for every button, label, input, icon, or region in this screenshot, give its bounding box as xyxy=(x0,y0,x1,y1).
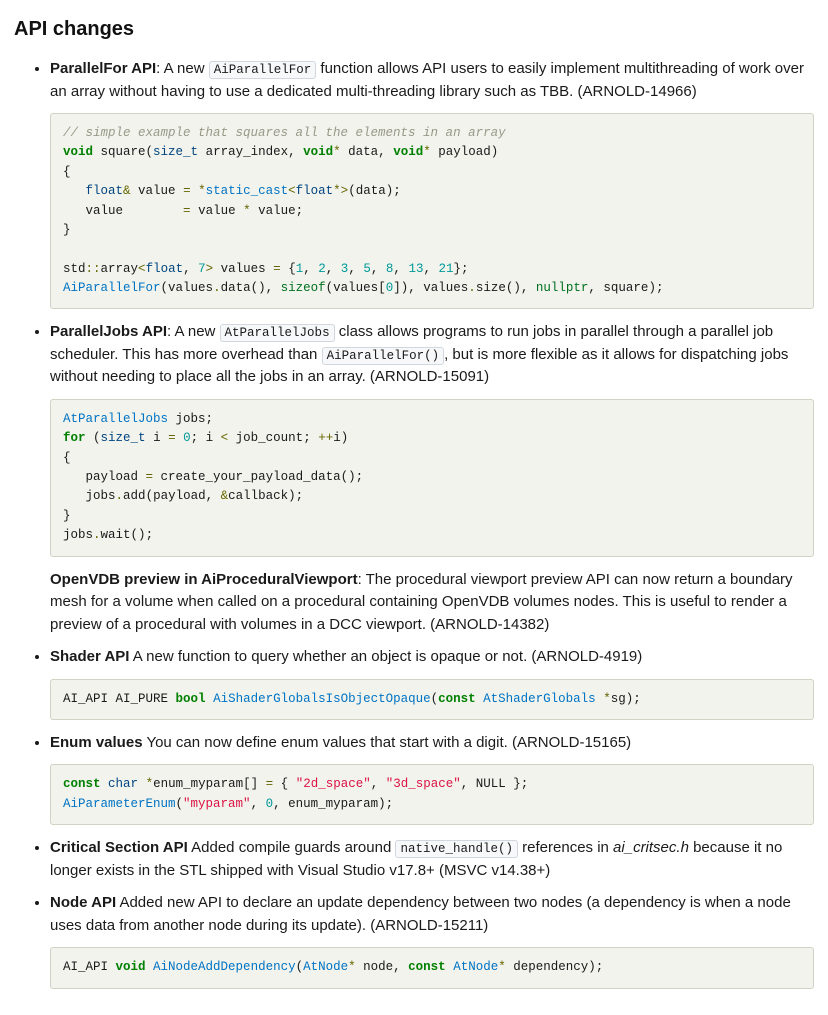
item-text: : A new xyxy=(156,60,209,77)
item-node-api: Node API Added new API to declare an upd… xyxy=(50,892,814,988)
item-title: ParallelJobs API xyxy=(50,323,167,340)
item-text: A new function to query whether an objec… xyxy=(129,648,642,665)
api-changes-list: ParallelFor API: A new AiParallelFor fun… xyxy=(14,58,814,989)
code-block-parallelfor: // simple example that squares all the e… xyxy=(50,113,814,309)
item-enum-values: Enum values You can now define enum valu… xyxy=(50,732,814,825)
item-title: ParallelFor API xyxy=(50,60,156,77)
item-title: Enum values xyxy=(50,734,143,751)
inline-code: native_handle() xyxy=(395,840,518,858)
code-block-paralleljobs: AtParallelJobs jobs; for (size_t i = 0; … xyxy=(50,399,814,557)
item-title: OpenVDB preview in AiProceduralViewport xyxy=(50,571,358,588)
item-text: Added compile guards around xyxy=(188,839,396,856)
item-text: You can now define enum values that star… xyxy=(143,734,632,751)
item-paralleljobs: ParallelJobs API: A new AtParallelJobs c… xyxy=(50,321,814,636)
item-critical-section: Critical Section API Added compile guard… xyxy=(50,837,814,882)
item-title: Shader API xyxy=(50,648,129,665)
code-block-shader: AI_API AI_PURE bool AiShaderGlobalsIsObj… xyxy=(50,679,814,720)
item-text: Added new API to declare an update depen… xyxy=(50,894,791,934)
inline-code: AtParallelJobs xyxy=(220,324,335,342)
item-title: Critical Section API xyxy=(50,839,188,856)
item-text: : A new xyxy=(167,323,220,340)
code-block-node: AI_API void AiNodeAddDependency(AtNode* … xyxy=(50,947,814,988)
item-em: ai_critsec.h xyxy=(613,839,689,856)
inline-code: AiParallelFor xyxy=(209,61,317,79)
item-shader-api: Shader API A new function to query wheth… xyxy=(50,646,814,720)
code-block-enum: const char *enum_myparam[] = { "2d_space… xyxy=(50,764,814,825)
section-heading: API changes xyxy=(14,14,814,44)
item-text: references in xyxy=(518,839,613,856)
subitem-openvdb: OpenVDB preview in AiProceduralViewport:… xyxy=(50,569,814,637)
inline-code: AiParallelFor() xyxy=(322,347,445,365)
item-parallelfor: ParallelFor API: A new AiParallelFor fun… xyxy=(50,58,814,309)
item-title: Node API xyxy=(50,894,116,911)
